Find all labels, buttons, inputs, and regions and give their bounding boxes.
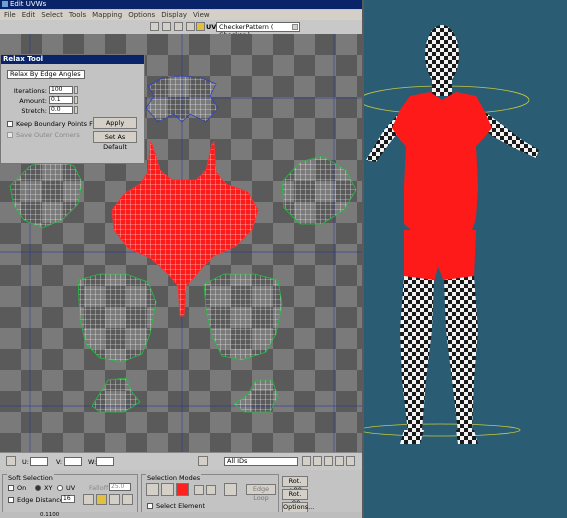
bottom-panels: Soft Selection On XY UV Falloff: 25.0 Ed… bbox=[0, 470, 362, 518]
title-bar: Edit UVWs bbox=[0, 0, 362, 9]
rotate-minus-90-button[interactable]: Rot. -90 bbox=[282, 489, 308, 507]
xy-label: XY bbox=[44, 484, 53, 492]
relax-mode-dropdown[interactable]: Relax By Edge Angles bbox=[7, 70, 85, 79]
stretch-input[interactable]: 0.0 bbox=[49, 106, 73, 114]
snap-icon[interactable] bbox=[6, 456, 16, 466]
menu-select[interactable]: Select bbox=[41, 11, 63, 19]
falloff-curve-2-icon[interactable] bbox=[96, 494, 107, 505]
keep-boundary-checkbox[interactable] bbox=[7, 121, 13, 127]
relax-mode-value: Relax By Edge Angles bbox=[10, 70, 81, 78]
menu-mapping[interactable]: Mapping bbox=[92, 11, 122, 19]
edge-distance-input[interactable]: 16 bbox=[61, 495, 75, 503]
app-icon bbox=[2, 1, 8, 7]
menu-view[interactable]: View bbox=[193, 11, 210, 19]
menu-display[interactable]: Display bbox=[161, 11, 187, 19]
iterations-input[interactable]: 100 bbox=[49, 86, 73, 94]
scale-tool-icon[interactable] bbox=[174, 22, 183, 31]
zoom-region-icon[interactable] bbox=[324, 456, 333, 466]
menu-options[interactable]: Options bbox=[128, 11, 155, 19]
edge-loop-tool-icon[interactable] bbox=[224, 483, 237, 496]
edge-loop-button[interactable]: Edge Loop bbox=[246, 484, 276, 502]
relax-tool-panel: Relax Tool Relax By Edge Angles Iteratio… bbox=[0, 54, 145, 164]
shrink-selection-icon[interactable] bbox=[206, 485, 216, 495]
u-input[interactable] bbox=[30, 457, 48, 466]
falloff-curve-3-icon[interactable] bbox=[109, 494, 120, 505]
uv-radio[interactable] bbox=[57, 485, 63, 491]
edit-uvws-window: Edit UVWs File Edit Select Tools Mapping Opti… bbox=[0, 0, 364, 518]
uv-axis-label: UV bbox=[206, 23, 217, 31]
window-title: Edit UVWs bbox=[10, 0, 47, 8]
3d-viewport[interactable] bbox=[364, 0, 567, 518]
edge-distance-label: Edge Distance bbox=[17, 496, 64, 504]
uv-radio-label: UV bbox=[66, 484, 76, 492]
menu-edit[interactable]: Edit bbox=[22, 11, 36, 19]
w-label: W: bbox=[88, 458, 97, 466]
falloff-curve-4-icon[interactable] bbox=[122, 494, 133, 505]
w-input[interactable] bbox=[96, 457, 114, 466]
move-tool-icon[interactable] bbox=[150, 22, 159, 31]
chevron-down-icon bbox=[292, 24, 298, 30]
set-as-default-button[interactable]: Set As Default bbox=[93, 131, 137, 151]
v-input[interactable] bbox=[64, 457, 82, 466]
iterations-label: Iterations: bbox=[13, 87, 47, 95]
ids-dropdown[interactable]: All IDs bbox=[224, 457, 298, 466]
falloff-label: Falloff: bbox=[89, 484, 111, 492]
selection-modes-group: Selection Modes Edge Loop Select Element bbox=[141, 474, 279, 516]
xy-radio[interactable] bbox=[35, 485, 41, 491]
stretch-label: Stretch: bbox=[21, 107, 47, 115]
vertex-mode-icon[interactable] bbox=[146, 483, 159, 496]
selection-modes-title: Selection Modes bbox=[146, 474, 202, 482]
bottom-status-value: 0.1100 bbox=[40, 512, 60, 518]
ids-value: All IDs bbox=[227, 457, 248, 465]
amount-spinner[interactable] bbox=[74, 96, 78, 104]
character-model-graphic bbox=[364, 25, 539, 444]
u-label: U: bbox=[22, 458, 29, 466]
stretch-spinner[interactable] bbox=[74, 106, 78, 114]
menu-tools[interactable]: Tools bbox=[69, 11, 86, 19]
soft-selection-title: Soft Selection bbox=[7, 474, 54, 482]
menu-bar: File Edit Select Tools Mapping Options Display… bbox=[0, 10, 362, 20]
save-outer-corners-checkbox[interactable] bbox=[7, 132, 13, 138]
falloff-input[interactable]: 25.0 bbox=[109, 483, 131, 491]
v-label: V: bbox=[56, 458, 63, 466]
grow-selection-icon[interactable] bbox=[194, 485, 204, 495]
select-element-checkbox[interactable] bbox=[147, 503, 153, 509]
relax-tool-title: Relax Tool bbox=[1, 55, 144, 64]
lock-icon[interactable] bbox=[198, 456, 208, 466]
apply-button[interactable]: Apply bbox=[93, 117, 137, 129]
soft-on-label: On bbox=[17, 484, 27, 492]
falloff-curve-1-icon[interactable] bbox=[83, 494, 94, 505]
freeform-tool-icon[interactable] bbox=[186, 22, 195, 31]
soft-selection-group: Soft Selection On XY UV Falloff: 25.0 Ed… bbox=[2, 474, 138, 516]
uv-toolbar bbox=[0, 20, 362, 35]
zoom-extents-icon[interactable] bbox=[335, 456, 344, 466]
select-element-label: Select Element bbox=[156, 502, 206, 510]
rotate-plus-90-button[interactable]: Rot. +90 bbox=[282, 476, 308, 494]
amount-label: Amount: bbox=[19, 97, 47, 105]
soft-on-checkbox[interactable] bbox=[8, 485, 14, 491]
zoom-icon[interactable] bbox=[313, 456, 322, 466]
save-outer-corners-label: Save Outer Corners bbox=[16, 131, 80, 139]
uv-editor-canvas[interactable]: Relax Tool Relax By Edge Angles Iteratio… bbox=[0, 34, 362, 452]
iterations-spinner[interactable] bbox=[74, 86, 78, 94]
bottom-status-strip: 0.1100 bbox=[0, 512, 362, 518]
amount-input[interactable]: 0.1 bbox=[49, 96, 73, 104]
coordinate-row: U: V: W: All IDs bbox=[0, 452, 362, 471]
rotate-tool-icon[interactable] bbox=[162, 22, 171, 31]
edge-mode-icon[interactable] bbox=[161, 483, 174, 496]
texture-map-dropdown[interactable]: CheckerPattern ( Checker ) bbox=[216, 22, 300, 39]
zoom-selected-icon[interactable] bbox=[346, 456, 355, 466]
mirror-tool-icon[interactable] bbox=[196, 22, 205, 31]
edge-distance-checkbox[interactable] bbox=[8, 497, 14, 503]
face-mode-icon[interactable] bbox=[176, 483, 189, 496]
pan-icon[interactable] bbox=[302, 456, 311, 466]
menu-file[interactable]: File bbox=[4, 11, 16, 19]
